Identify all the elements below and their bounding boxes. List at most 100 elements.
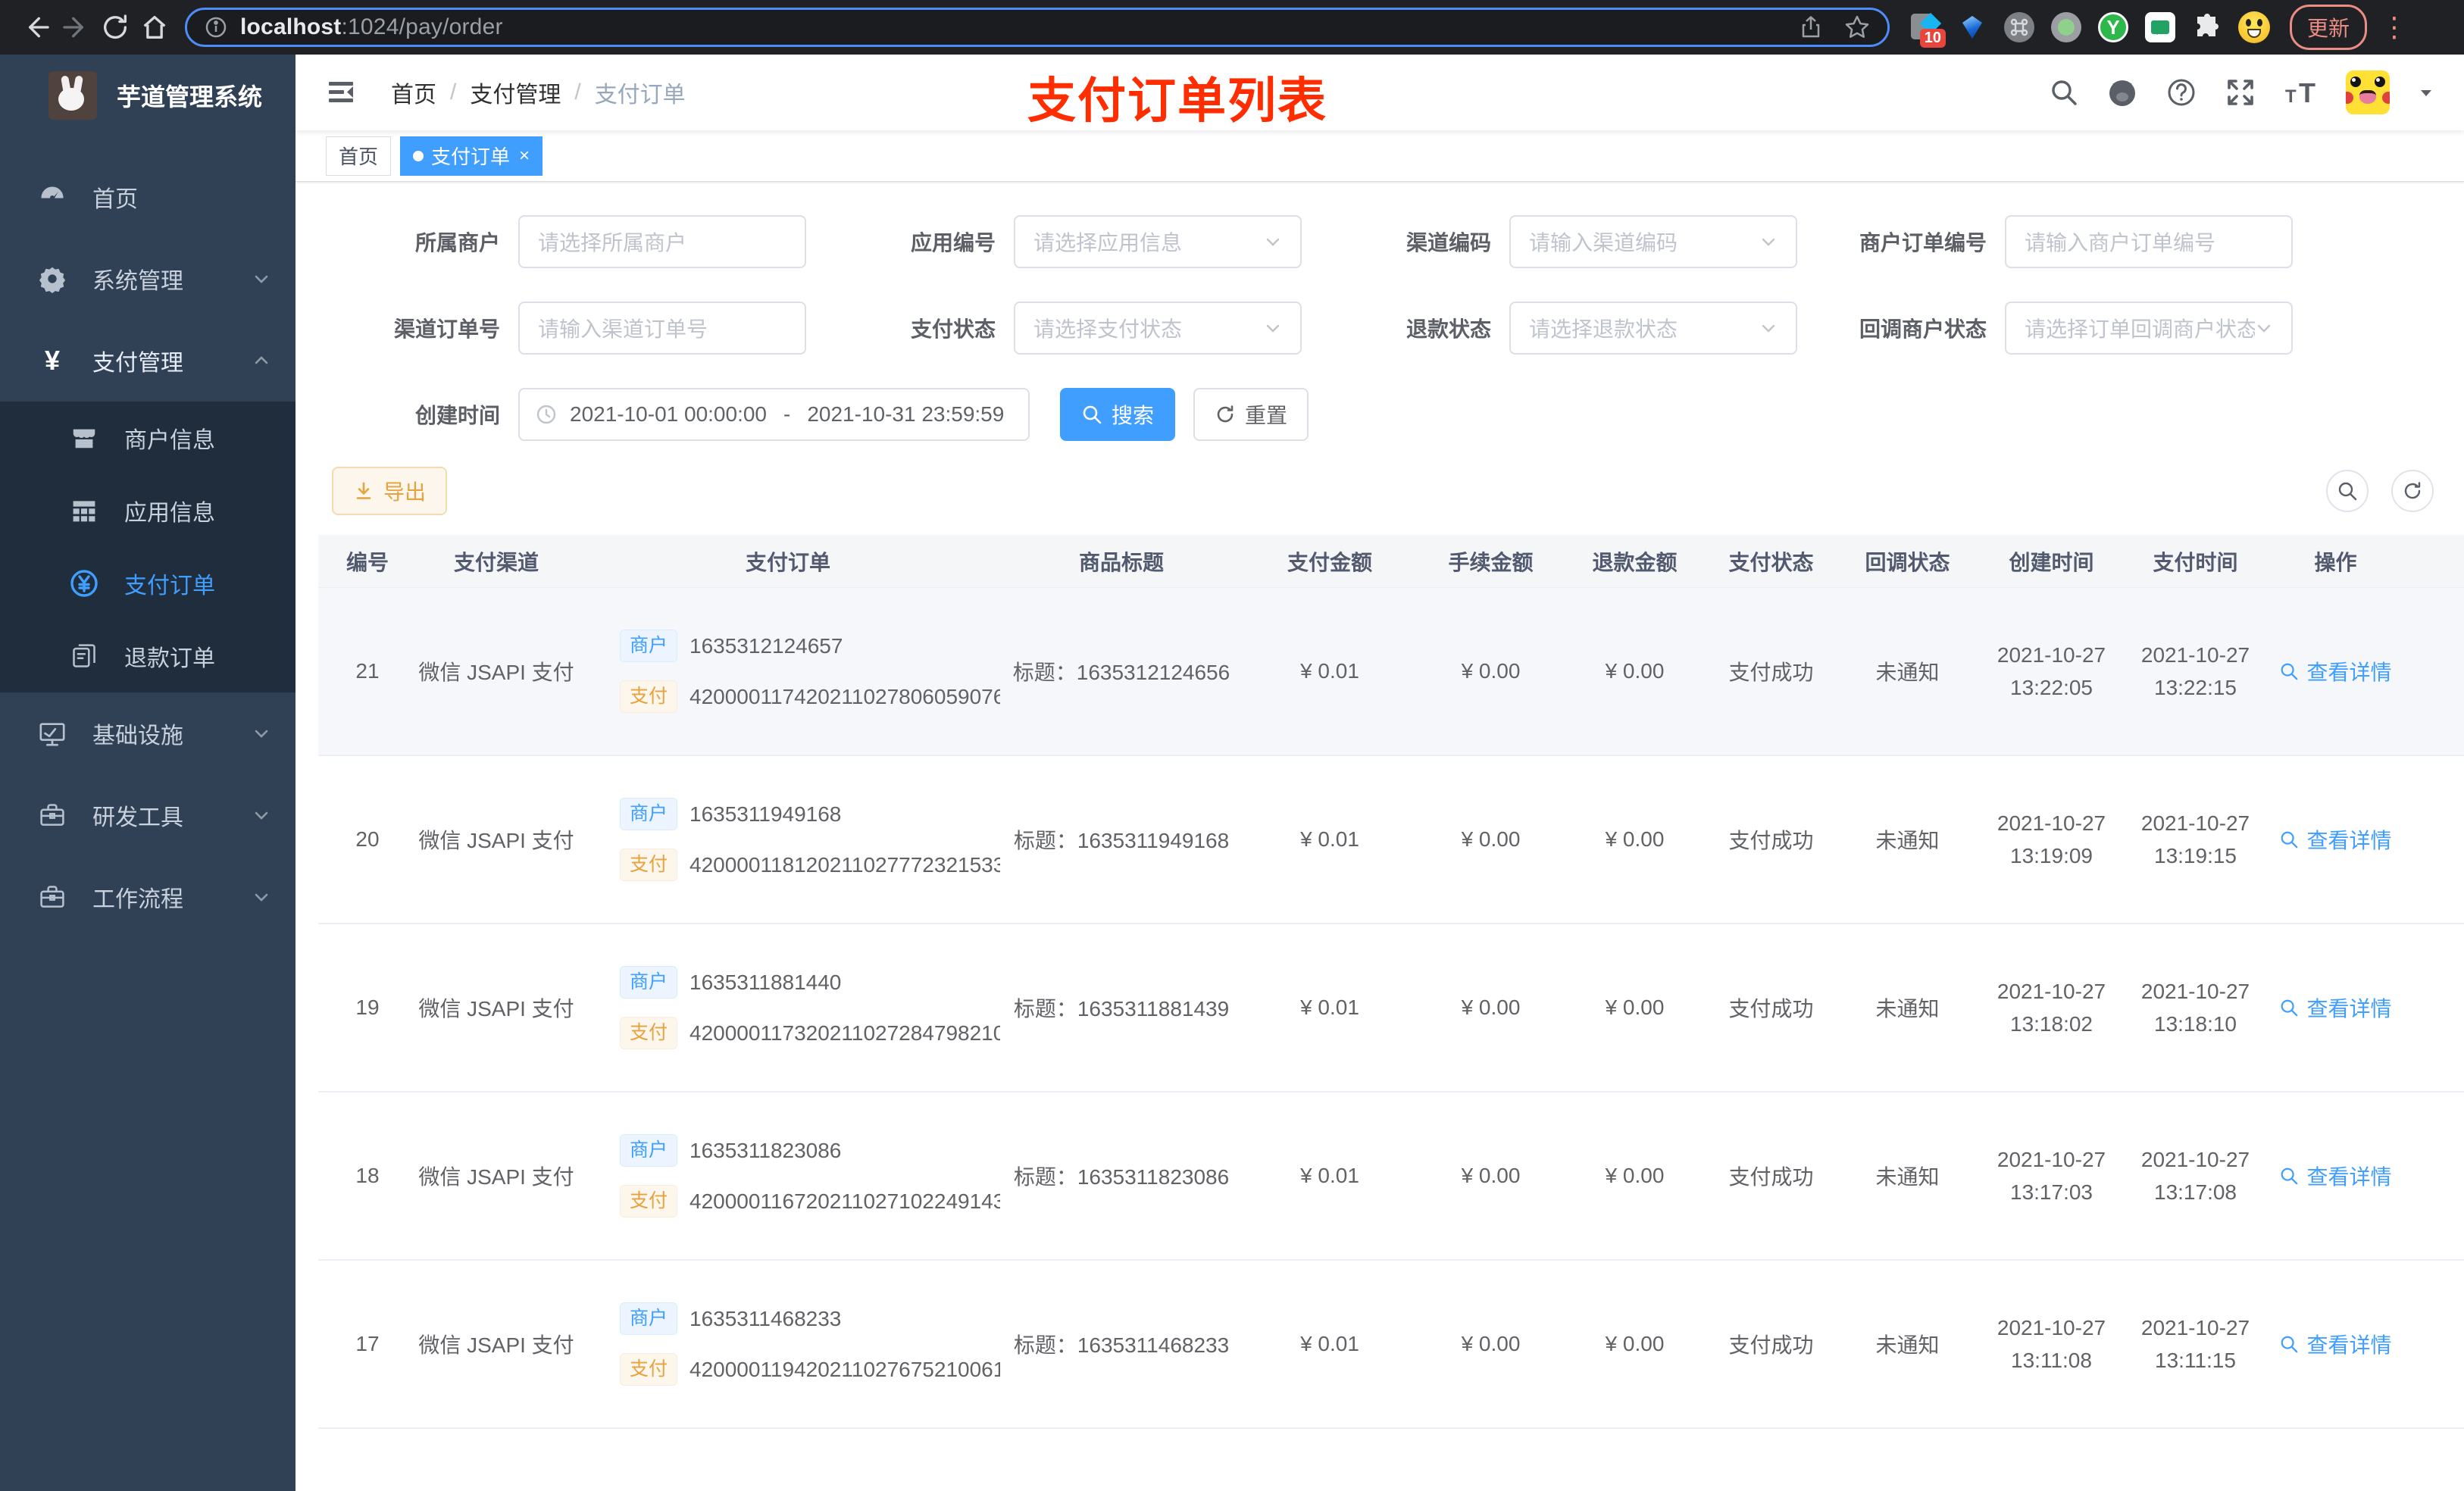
- view-detail-link[interactable]: 查看详情: [2265, 824, 2406, 855]
- cell-refund: ¥ 0.00: [1605, 996, 1665, 1019]
- avatar-caret-icon[interactable]: [2417, 83, 2435, 102]
- sidebar-item-pay-order[interactable]: 支付订单: [0, 547, 295, 620]
- search-button[interactable]: 搜索: [1060, 388, 1176, 441]
- refresh-icon: [1217, 405, 1234, 423]
- cell-amount: ¥ 0.01: [1300, 996, 1359, 1019]
- refund-status-select[interactable]: 请选择退款状态: [1509, 302, 1797, 355]
- tag-close-icon[interactable]: ×: [519, 145, 530, 167]
- cell-created: 2021-10-27 13:18:02: [1997, 979, 2106, 1036]
- view-detail-link[interactable]: 查看详情: [2265, 992, 2406, 1023]
- merchant-order-no-input[interactable]: 请输入商户订单编号: [2005, 215, 2293, 268]
- merchant-no: 1635311823086: [689, 1138, 842, 1162]
- chevron-down-icon: [2255, 319, 2273, 337]
- sidebar-item-label: 系统管理: [92, 269, 183, 294]
- cell-amount: ¥ 0.01: [1300, 827, 1359, 851]
- sidebar-item-refund-order[interactable]: 退款订单: [0, 620, 295, 692]
- sidebar-item-app-info[interactable]: 应用信息: [0, 474, 295, 547]
- sidebar-item-merchant-info[interactable]: 商户信息: [0, 402, 295, 474]
- extensions-puzzle-icon[interactable]: [2191, 11, 2223, 43]
- sidebar-item-infra[interactable]: 基础设施: [0, 692, 295, 774]
- cell-id: 18: [355, 1164, 380, 1187]
- extension-gem-icon[interactable]: [1956, 11, 1988, 43]
- sidebar-item-dev-tools[interactable]: 研发工具: [0, 774, 295, 856]
- app-id-select[interactable]: 请选择应用信息: [1014, 215, 1302, 268]
- share-icon[interactable]: [1798, 14, 1824, 40]
- extension-chat-icon[interactable]: [2144, 11, 2176, 43]
- cell-status: 支付成功: [1728, 997, 1814, 1021]
- tag-home[interactable]: 首页: [326, 136, 392, 176]
- extension-command-icon[interactable]: [2003, 11, 2035, 43]
- svg-text:T: T: [2285, 86, 2297, 107]
- sidebar-item-system[interactable]: 系统管理: [0, 238, 295, 320]
- bookmark-star-icon[interactable]: [1843, 14, 1871, 41]
- sidebar-collapse-icon[interactable]: [324, 76, 358, 109]
- chevron-down-icon: [252, 269, 271, 289]
- browser-chrome: localhost:1024/pay/order 10 Y 更新 ⋮: [0, 0, 2464, 55]
- cell-paid: 2021-10-27 13:19:15: [2140, 811, 2250, 867]
- sidebar-item-label: 应用信息: [124, 501, 215, 526]
- back-button[interactable]: [17, 8, 56, 47]
- fullscreen-icon[interactable]: [2225, 77, 2256, 108]
- sidebar-item-label: 支付订单: [124, 574, 215, 599]
- home-button[interactable]: [135, 8, 174, 47]
- clock-icon: [535, 403, 558, 426]
- cell-title: 标题：1635311881439: [1013, 997, 1230, 1021]
- sidebar-logo[interactable]: 芋道管理系统: [0, 55, 295, 133]
- tag-label: 支付订单: [431, 145, 511, 168]
- extension-y-icon[interactable]: Y: [2097, 11, 2129, 43]
- merchant-input[interactable]: 请选择所属商户: [518, 215, 806, 268]
- chevron-up-icon: [252, 351, 271, 370]
- shop-icon: [67, 424, 102, 452]
- cell-order: 商户 1635311823086 支付 4200001167202110271022…: [576, 1134, 1000, 1217]
- channel-code-select[interactable]: 请输入渠道编码: [1509, 215, 1797, 268]
- user-avatar[interactable]: [2346, 70, 2390, 114]
- reset-button[interactable]: 重置: [1193, 388, 1309, 441]
- reset-label: 重置: [1245, 404, 1288, 427]
- table-row: 21 微信 JSAPI 支付 商户 1635312124657 支付 4200001…: [318, 588, 2464, 756]
- sidebar-item-home[interactable]: 首页: [0, 156, 295, 238]
- notify-status-select[interactable]: 请选择订单回调商户状态: [2005, 302, 2293, 355]
- field-app-id: 应用编号 请选择应用信息: [814, 215, 1309, 268]
- cell-id: 17: [355, 1332, 380, 1355]
- refresh-table-button[interactable]: [2391, 470, 2434, 512]
- view-detail-link[interactable]: 查看详情: [2265, 1161, 2406, 1191]
- extension-record-icon[interactable]: [2050, 11, 2082, 43]
- font-size-icon[interactable]: TT: [2284, 77, 2319, 108]
- pay-tag: 支付: [620, 680, 678, 713]
- github-icon[interactable]: [2106, 77, 2138, 108]
- help-icon[interactable]: [2165, 77, 2197, 108]
- reload-button[interactable]: [95, 8, 135, 47]
- export-button[interactable]: 导出: [332, 467, 448, 515]
- col-paid: 支付时间: [2153, 550, 2238, 574]
- site-info-icon[interactable]: [204, 15, 228, 39]
- merchant-no: 1635312124657: [689, 633, 843, 658]
- channel-order-no-input[interactable]: 请输入渠道订单号: [518, 302, 806, 355]
- chrome-update-button[interactable]: 更新: [2290, 5, 2368, 50]
- col-fee: 手续金额: [1448, 550, 1534, 574]
- header-search-icon[interactable]: [2049, 77, 2079, 108]
- breadcrumb-home[interactable]: 首页: [391, 76, 436, 109]
- cell-notify: 未通知: [1875, 661, 1940, 684]
- top-navbar: 首页 / 支付管理 / 支付订单 TT: [295, 55, 2464, 130]
- breadcrumb-pay[interactable]: 支付管理: [470, 76, 561, 109]
- toggle-search-button[interactable]: [2326, 470, 2369, 512]
- sidebar: 芋道管理系统 首页 系统管理 ¥ 支付管理 商户信息 应用信息 支付订单 退款订…: [0, 55, 295, 1491]
- cell-order: 商户 1635311468233 支付 4200001194202110276752…: [576, 1302, 1000, 1386]
- pay-tag: 支付: [620, 1017, 678, 1049]
- search-icon: [2281, 663, 2298, 680]
- download-icon: [356, 482, 371, 499]
- logo-bunny-image: [48, 71, 97, 120]
- view-detail-link[interactable]: 查看详情: [2265, 1329, 2406, 1359]
- view-detail-link[interactable]: 查看详情: [2265, 656, 2406, 686]
- chrome-menu-icon[interactable]: ⋮: [2381, 14, 2408, 41]
- create-time-range-picker[interactable]: 2021-10-01 00:00:00 - 2021-10-31 23:59:5…: [518, 388, 1030, 441]
- url-bar[interactable]: localhost:1024/pay/order: [185, 8, 1890, 47]
- sidebar-item-pay[interactable]: ¥ 支付管理: [0, 320, 295, 402]
- sidebar-item-workflow[interactable]: 工作流程: [0, 856, 295, 938]
- tag-pay-order[interactable]: 支付订单 ×: [400, 136, 543, 176]
- profile-emoji-icon[interactable]: [2238, 11, 2270, 43]
- forward-button[interactable]: [56, 8, 95, 47]
- pay-tag: 支付: [620, 849, 678, 881]
- pay-status-select[interactable]: 请选择支付状态: [1014, 302, 1302, 355]
- extension-app-icon[interactable]: 10: [1909, 11, 1946, 48]
